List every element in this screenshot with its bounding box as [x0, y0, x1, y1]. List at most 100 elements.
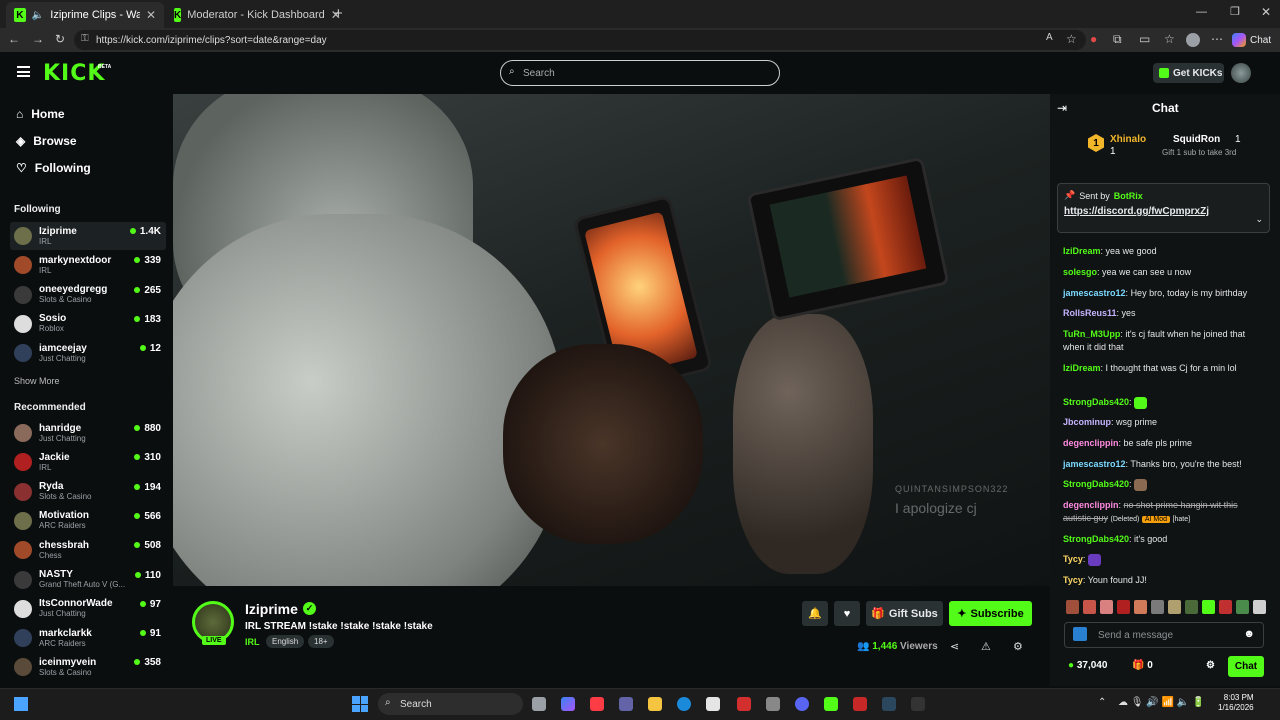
chat-username[interactable]: jamescastro12	[1063, 459, 1126, 469]
emote-icon[interactable]	[1219, 600, 1232, 614]
tab-iziprime-clips[interactable]: K 🔈 Iziprime Clips - Watch Live on ✕	[6, 2, 164, 28]
chat-username[interactable]: StrongDabs420	[1063, 534, 1129, 544]
gift-count[interactable]: 🎁 0	[1132, 660, 1153, 671]
emote-icon[interactable]	[1083, 600, 1096, 614]
chat-username[interactable]: IziDream	[1063, 246, 1101, 256]
chat-message[interactable]: Tycy: Youn found JJ!	[1063, 574, 1263, 587]
store-icon[interactable]	[706, 697, 720, 711]
chat-message[interactable]: IziDream: I thought that was Cj for a mi…	[1063, 362, 1263, 375]
chat-message[interactable]: jamescastro12: Hey bro, today is my birt…	[1063, 287, 1263, 300]
chat-message[interactable]: StrongDabs420: it's good	[1063, 533, 1263, 546]
gift-subs-button[interactable]: 🎁 Gift Subs	[866, 601, 943, 626]
follow-heart-button[interactable]: ♥	[834, 601, 860, 626]
read-aloud-icon[interactable]: A	[1046, 32, 1053, 43]
chat-message[interactable]: solesgo: yea we can see u now	[1063, 266, 1263, 279]
emote-icon[interactable]	[1202, 600, 1215, 614]
kick-app-icon[interactable]	[824, 697, 838, 711]
video-player[interactable]: QUINTANSIMPSON322 I apologize cj	[173, 94, 1050, 586]
emote-icon[interactable]	[1185, 600, 1198, 614]
pinned-user[interactable]: BotRix	[1114, 191, 1143, 201]
sidebar-channel-nasty[interactable]: NASTY Grand Theft Auto V (G... 110	[10, 566, 166, 594]
chat-username[interactable]: Tycy	[1063, 575, 1083, 585]
chat-message[interactable]: Tycy:	[1063, 553, 1263, 566]
chat-username[interactable]: solesgo	[1063, 267, 1097, 277]
favorites-icon[interactable]: ☆	[1164, 32, 1175, 46]
collapse-chat-icon[interactable]: ⇥	[1057, 101, 1067, 115]
chat-username[interactable]: RollsReus11	[1063, 308, 1117, 318]
sidebar-item-browse[interactable]: ◈ Browse	[16, 134, 77, 148]
copilot-button[interactable]: Chat	[1232, 31, 1276, 49]
emote-icon[interactable]	[1117, 600, 1130, 614]
search-input[interactable]: ⌕ Search	[500, 60, 780, 86]
emote-icon[interactable]	[1168, 600, 1181, 614]
edge-icon[interactable]	[677, 697, 691, 711]
sidebar-item-home[interactable]: ⌂ Home	[16, 107, 65, 121]
show-more-link[interactable]: Show More	[14, 376, 60, 386]
sidebar-item-following[interactable]: ♡ Following	[16, 161, 91, 175]
sidebar-channel-motivation[interactable]: Motivation ARC Raiders 566	[10, 507, 166, 535]
chat-username[interactable]: degenclippin	[1063, 438, 1119, 448]
chat-username[interactable]: jamescastro12	[1063, 288, 1126, 298]
tag-english[interactable]: English	[266, 635, 305, 648]
chat-message[interactable]: TuRn_M3Upp: it's cj fault when he joined…	[1063, 328, 1263, 354]
chat-message[interactable]: StrongDabs420:	[1063, 478, 1263, 491]
emote-icon[interactable]	[1100, 600, 1113, 614]
split-screen-icon[interactable]: ▭	[1139, 32, 1150, 46]
stream-category[interactable]: IRL	[245, 637, 260, 647]
maximize-icon[interactable]: ❐	[1230, 5, 1240, 18]
chat-username[interactable]: degenclippin	[1063, 500, 1119, 510]
site-info-icon[interactable]: ⚿	[81, 33, 89, 44]
sidebar-channel-markynextdoor[interactable]: markynextdoor IRL 339	[10, 251, 166, 279]
streamer-name[interactable]: Iziprime	[245, 601, 298, 617]
mod-settings-icon[interactable]: ⚙	[1013, 640, 1023, 653]
sidebar-channel-hanridge[interactable]: hanridge Just Chatting 880	[10, 419, 166, 447]
share-icon[interactable]: ⋖	[950, 640, 959, 653]
sidebar-channel-iamceejay[interactable]: iamceejay Just Chatting 12	[10, 339, 166, 367]
snipping-tool-icon[interactable]	[766, 697, 780, 711]
hamburger-menu-icon[interactable]	[17, 66, 30, 77]
leader-name[interactable]: SquidRon	[1173, 134, 1220, 145]
chat-input[interactable]: Send a message ☻	[1064, 622, 1264, 648]
back-icon[interactable]: ←	[8, 32, 20, 46]
new-tab-icon[interactable]: +	[334, 5, 343, 22]
chat-username[interactable]: Jbcominup	[1063, 417, 1111, 427]
tag-18plus[interactable]: 18+	[308, 635, 334, 648]
leader-name[interactable]: Xhinalo	[1110, 134, 1146, 145]
sidebar-channel-chessbrah[interactable]: chessbrah Chess 508	[10, 536, 166, 564]
chat-message[interactable]: degenclippin: no shot prime hangin wit t…	[1063, 499, 1263, 526]
user-avatar[interactable]	[1231, 63, 1251, 83]
subscribe-button[interactable]: ✦ Subscribe	[949, 601, 1032, 626]
copilot-app-icon[interactable]	[561, 697, 575, 711]
chat-message[interactable]: StrongDabs420:	[1063, 396, 1263, 409]
task-view-icon[interactable]	[532, 697, 546, 711]
sidebar-channel-markclarkk[interactable]: markclarkk ARC Raiders 91	[10, 624, 166, 652]
favorite-star-icon[interactable]: ☆	[1066, 32, 1077, 46]
kick-logo[interactable]: KICK	[43, 61, 105, 86]
chat-username[interactable]: IziDream	[1063, 363, 1101, 373]
taskbar-clock[interactable]: 8:03 PM 1/16/2026	[1218, 693, 1254, 713]
chevron-down-icon[interactable]: ⌄	[1255, 214, 1263, 225]
get-kicks-button[interactable]: Get KICKs	[1153, 63, 1224, 83]
minimize-icon[interactable]: —	[1196, 6, 1207, 18]
sidebar-channel-itsconnorwade[interactable]: ItsConnorWade Just Chatting 97	[10, 595, 166, 623]
chat-username[interactable]: Tycy	[1063, 554, 1083, 564]
url-field[interactable]: ⚿ https://kick.com/iziprime/clips?sort=d…	[74, 30, 1086, 50]
music-app-icon[interactable]	[590, 697, 604, 711]
refresh-icon[interactable]: ↻	[55, 32, 65, 46]
app-dark-icon[interactable]	[911, 697, 925, 711]
chat-message[interactable]: jamescastro12: Thanks bro, you're the be…	[1063, 458, 1263, 471]
taskbar-search[interactable]: ⌕ Search	[378, 693, 523, 715]
pinned-link[interactable]: https://discord.gg/fwCpmprxZj	[1064, 206, 1263, 217]
sidebar-channel-sosio[interactable]: Sosio Roblox 183	[10, 310, 166, 338]
close-tab-icon[interactable]: ✕	[146, 8, 156, 22]
sidebar-channel-iceinmyvein[interactable]: iceinmyvein Slots & Casino 358	[10, 653, 166, 681]
emote-icon[interactable]	[1066, 600, 1079, 614]
close-window-icon[interactable]: ✕	[1261, 5, 1271, 19]
chat-message[interactable]: RollsReus11: yes	[1063, 307, 1263, 320]
sidebar-channel-oneeyedgregg[interactable]: oneeyedgregg Slots & Casino 265	[10, 281, 166, 309]
emote-icon[interactable]	[1151, 600, 1164, 614]
emote-icon[interactable]	[1134, 600, 1147, 614]
extensions-puzzle-icon[interactable]: ⧉	[1113, 32, 1122, 47]
chat-username[interactable]: StrongDabs420	[1063, 397, 1129, 407]
send-chat-button[interactable]: Chat	[1228, 656, 1264, 677]
